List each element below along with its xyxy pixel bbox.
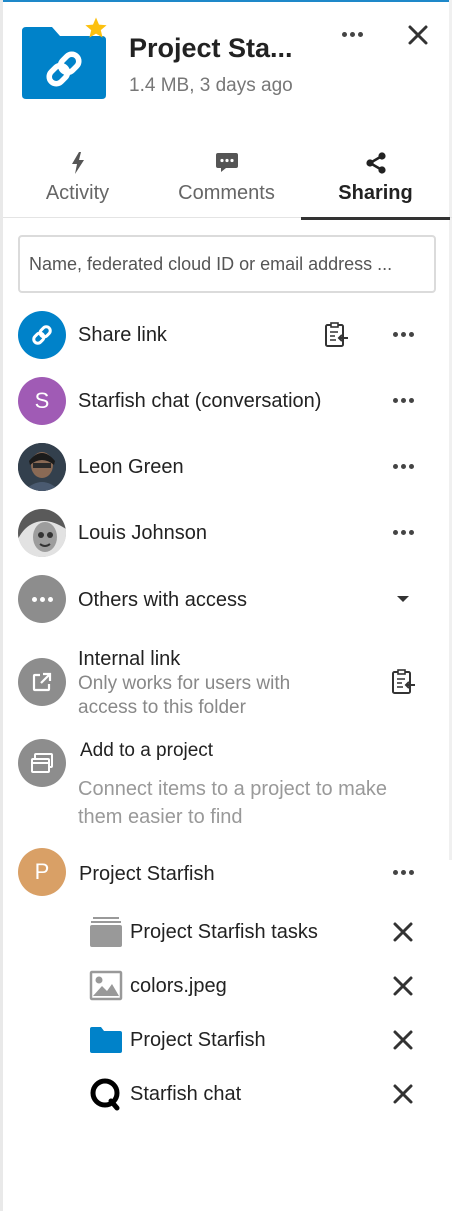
internal-link-description: Only works for users with access to this… — [78, 673, 291, 718]
more-icon — [18, 575, 66, 623]
share-link-more-button[interactable] — [388, 322, 418, 346]
tab-label: Activity — [45, 182, 110, 204]
header-more-button[interactable] — [336, 22, 368, 46]
project-item[interactable]: Project Starfish tasks — [0, 915, 452, 955]
project-item[interactable]: colors.jpeg — [0, 969, 452, 1009]
others-label: Others with access — [78, 589, 247, 611]
talk-icon — [90, 1078, 120, 1111]
tab-label: Sharing — [338, 182, 413, 204]
lightning-icon — [66, 152, 90, 174]
clipboard-icon — [392, 669, 415, 694]
clipboard-icon — [325, 322, 348, 347]
close-button[interactable] — [403, 20, 433, 50]
copy-internal-link-button[interactable] — [389, 668, 419, 698]
project-item[interactable]: Starfish chat — [0, 1077, 452, 1117]
image-icon — [89, 970, 123, 1001]
remove-icon[interactable] — [390, 1027, 416, 1053]
triangle-down-icon — [397, 596, 409, 602]
more-icon — [392, 529, 414, 535]
project-item-label: Starfish chat — [130, 1083, 242, 1105]
project-item[interactable]: Project Starfish — [0, 1023, 452, 1063]
project-item-label: Project Starfish tasks — [130, 921, 318, 943]
share-leon-more-button[interactable] — [388, 454, 418, 478]
internal-link-label: Internal link — [78, 648, 181, 670]
more-icon — [392, 869, 414, 875]
share-louis-label: Louis Johnson — [78, 522, 207, 544]
add-to-project-row[interactable]: Add to a project Connect items to a proj… — [0, 737, 452, 832]
avatar — [18, 509, 66, 557]
share-icon — [364, 152, 388, 174]
tab-label: Comments — [178, 182, 275, 204]
share-row-chat: S Starfish chat (conversation) — [0, 377, 452, 427]
tab-bar: Activity Comments Sharing — [3, 144, 452, 220]
tab-comments[interactable]: Comments — [152, 144, 301, 218]
avatar: S — [18, 377, 66, 425]
share-link-row: Share link — [0, 311, 452, 361]
share-chat-label: Starfish chat (conversation) — [78, 390, 322, 412]
avatar: P — [18, 848, 66, 896]
link-icon — [18, 311, 66, 359]
project-item-label: colors.jpeg — [130, 975, 227, 997]
project-more-button[interactable] — [388, 860, 418, 884]
share-link-label: Share link — [78, 324, 167, 346]
remove-icon[interactable] — [390, 973, 416, 999]
more-icon — [392, 331, 414, 337]
add-to-project-description: Connect items to a project to make them … — [78, 778, 388, 828]
add-to-project-label: Add to a project — [80, 740, 214, 761]
share-row-leon: Leon Green — [0, 443, 452, 493]
internal-link-row: Internal link Only works for users with … — [0, 643, 452, 723]
project-item-label: Project Starfish — [130, 1029, 266, 1051]
project-row[interactable]: P Project Starfish — [0, 848, 452, 898]
project-label: Project Starfish — [79, 863, 215, 885]
file-meta: 1.4 MB, 3 days ago — [129, 75, 293, 96]
share-row-louis: Louis Johnson — [0, 509, 452, 559]
folder-icon — [90, 1027, 122, 1053]
star-icon[interactable] — [84, 16, 108, 40]
remove-icon[interactable] — [390, 919, 416, 945]
tab-sharing[interactable]: Sharing — [301, 144, 450, 220]
comment-icon — [215, 152, 239, 174]
more-icon — [341, 31, 363, 37]
copy-link-button[interactable] — [322, 321, 352, 351]
sidebar-header: Project Sta... 1.4 MB, 3 days ago — [0, 0, 452, 140]
close-icon — [408, 25, 428, 45]
tab-activity[interactable]: Activity — [3, 144, 152, 218]
external-link-icon — [18, 658, 66, 706]
share-louis-more-button[interactable] — [388, 520, 418, 544]
share-search-input[interactable] — [18, 235, 436, 293]
file-title: Project Sta... — [129, 33, 293, 63]
avatar — [18, 443, 66, 491]
share-leon-label: Leon Green — [78, 456, 184, 478]
deck-icon — [90, 917, 122, 947]
others-with-access-toggle[interactable]: Others with access — [0, 575, 452, 625]
more-icon — [392, 463, 414, 469]
more-icon — [392, 397, 414, 403]
share-chat-more-button[interactable] — [388, 388, 418, 412]
projects-icon — [18, 739, 66, 787]
remove-icon[interactable] — [390, 1081, 416, 1107]
